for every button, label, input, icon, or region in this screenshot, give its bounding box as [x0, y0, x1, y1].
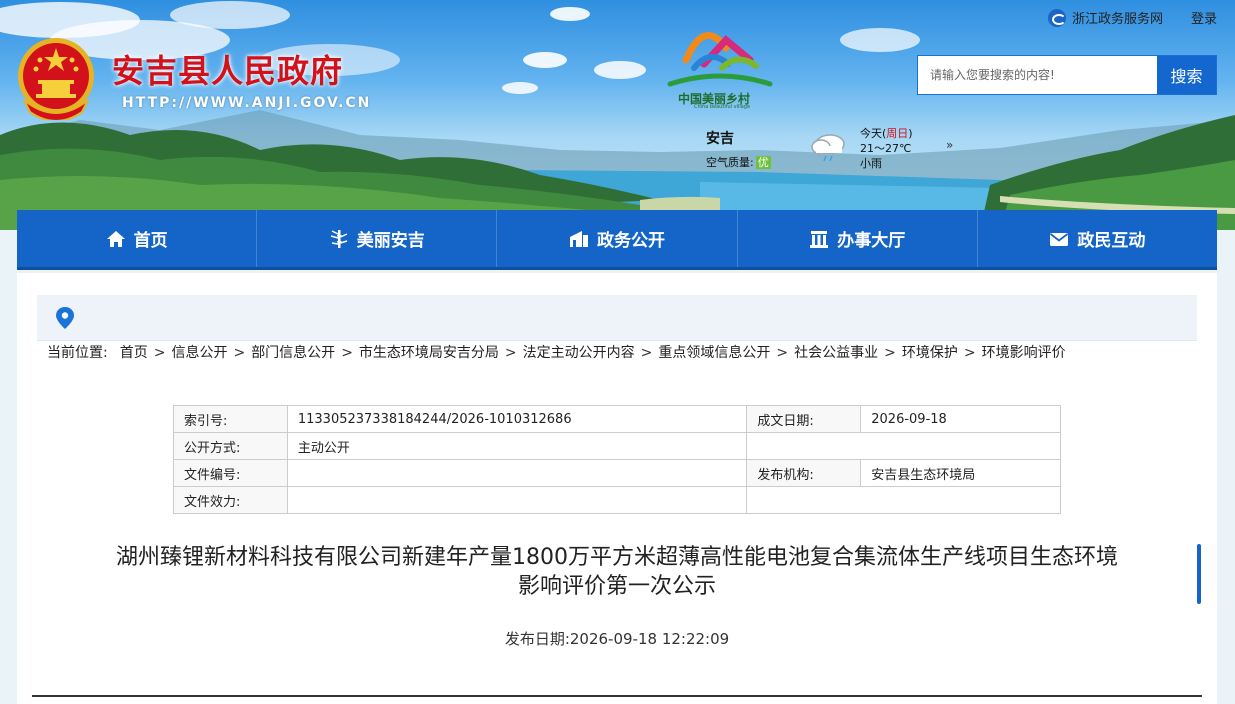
weather-today-close: )	[908, 127, 913, 140]
zhejiang-service-icon	[1047, 8, 1066, 27]
meta-key: 公开方式:	[173, 432, 288, 460]
content-panel: 当前位置: 首页 > 信息公开 > 部门信息公开 > 市生态环境局安吉分局 > 法定主动公开内容 >…	[17, 273, 1217, 704]
meta-empty-cell	[746, 486, 1061, 514]
beautiful-village-logo: 中国美丽乡村 China beautiful village	[664, 18, 776, 114]
search-input[interactable]	[918, 56, 1157, 94]
scrollbar-thumb[interactable]	[1197, 544, 1201, 604]
site-url-prefix: HTTP://WWW.	[122, 95, 252, 111]
site-header: 安吉县人民政府 HTTP://WWW.ANJI.GOV.CN 中国美丽乡村 Ch…	[0, 0, 1235, 230]
breadcrumb-item[interactable]: 重点领域信息公开	[658, 345, 770, 361]
breadcrumb-item[interactable]: 信息公开	[171, 345, 227, 361]
breadcrumb-separator: >	[504, 345, 517, 361]
hall-icon	[810, 230, 829, 248]
content-divider	[32, 695, 1202, 697]
weather-forecast: 今天(周日) 21～27℃ 小雨	[860, 126, 913, 171]
home-icon	[106, 230, 125, 247]
meta-key: 文件编号:	[173, 459, 288, 487]
breadcrumb: 当前位置: 首页 > 信息公开 > 部门信息公开 > 市生态环境局安吉分局 > 法定主动公开内容 >…	[47, 342, 1066, 362]
cloud-rain-icon	[811, 134, 845, 162]
table-row: 文件编号: 发布机构: 安吉县生态环境局	[173, 459, 1061, 487]
national-emblem-icon	[18, 38, 94, 120]
site-url-domain: ANJI	[251, 95, 293, 111]
site-url-suffix: .GOV.CN	[292, 95, 372, 111]
nav-item-government-affairs[interactable]: 政务公开	[497, 210, 738, 267]
nav-label-home: 首页	[133, 231, 168, 251]
nav-item-beautiful-anji[interactable]: 美丽安吉	[257, 210, 498, 267]
site-url: HTTP://WWW.ANJI.GOV.CN	[122, 95, 371, 111]
publish-date-label: 发布日期:	[504, 630, 570, 648]
table-row: 文件效力:	[173, 486, 1061, 514]
zhejiang-service-label: 浙江政务服务网	[1071, 12, 1163, 27]
weather-condition: 小雨	[860, 157, 882, 170]
nav-item-interaction[interactable]: 政民互动	[978, 210, 1217, 267]
nav-label-service-hall: 办事大厅	[837, 231, 906, 251]
landscape-banner	[0, 1, 1235, 230]
weather-temperature: 21～27℃	[860, 142, 912, 155]
weather-air-quality: 空气质量: 优	[706, 154, 771, 170]
search-box: 搜索	[917, 55, 1217, 95]
meta-key: 发布机构:	[746, 459, 862, 487]
location-bar	[37, 295, 1197, 341]
meta-empty-cell	[746, 432, 1061, 460]
document-title-line: 湖州臻锂新材料科技有限公司新建年产量1800万平方米超薄高性能电池复合集流体生产…	[116, 545, 1118, 570]
nav-label-beautiful-anji: 美丽安吉	[356, 231, 425, 251]
building-icon	[570, 230, 588, 247]
meta-value: 主动公开	[286, 432, 748, 460]
meta-key: 成文日期:	[746, 405, 862, 433]
breadcrumb-separator: >	[963, 345, 976, 361]
breadcrumb-separator: >	[640, 345, 653, 361]
publish-date-value: 2026-09-18 12:22:09	[569, 630, 730, 648]
meta-value	[286, 486, 748, 514]
weather-city: 安吉	[706, 131, 734, 147]
document-meta-table: 索引号: 113305237338184244/2026-1010312686 …	[173, 405, 1061, 514]
top-links: 浙江政务服务网 登录	[1047, 8, 1217, 27]
breadcrumb-separator: >	[776, 345, 789, 361]
document-title: 湖州臻锂新材料科技有限公司新建年产量1800万平方米超薄高性能电池复合集流体生产…	[47, 543, 1187, 601]
document-title-line: 影响评价第一次公示	[517, 574, 716, 599]
breadcrumb-prefix: 当前位置:	[47, 345, 108, 361]
meta-value: 2026-09-18	[860, 405, 1061, 433]
table-row: 索引号: 113305237338184244/2026-1010312686 …	[173, 405, 1061, 433]
site-title[interactable]: 安吉县人民政府	[112, 46, 343, 92]
meta-key: 索引号:	[173, 405, 288, 433]
weather-weekday: 周日	[886, 127, 909, 140]
village-logo-subtext: China beautiful village	[694, 104, 751, 110]
village-houses-icon	[667, 32, 773, 87]
search-button[interactable]: 搜索	[1157, 56, 1216, 94]
breadcrumb-item[interactable]: 部门信息公开	[251, 345, 335, 361]
breadcrumb-separator: >	[884, 345, 896, 361]
aqi-value-badge: 优	[755, 156, 771, 169]
breadcrumb-separator: >	[233, 345, 246, 361]
zhejiang-service-link[interactable]: 浙江政务服务网	[1047, 8, 1163, 27]
meta-value	[286, 459, 748, 487]
location-pin-icon	[56, 307, 74, 329]
publish-date: 发布日期:2026-09-18 12:22:09	[17, 628, 1217, 649]
nav-label-interaction: 政民互动	[1077, 231, 1146, 251]
weather-today-label: 今天(	[860, 127, 887, 140]
main-nav: 首页 美丽安吉 政务公开 办事大厅 政民互动	[17, 210, 1217, 270]
breadcrumb-item[interactable]: 首页	[120, 345, 148, 361]
meta-value: 安吉县生态环境局	[860, 459, 1061, 487]
breadcrumb-item[interactable]: 法定主动公开内容	[523, 345, 635, 361]
meta-key: 文件效力:	[173, 486, 288, 514]
breadcrumb-item[interactable]: 环境影响评价	[982, 345, 1066, 361]
breadcrumb-separator: >	[153, 345, 166, 361]
meta-value: 113305237338184244/2026-1010312686	[286, 405, 748, 433]
weather-today: 今天(周日)	[860, 126, 913, 141]
login-link[interactable]: 登录	[1191, 8, 1217, 27]
nav-item-service-hall[interactable]: 办事大厅	[738, 210, 978, 267]
breadcrumb-item[interactable]: 市生态环境局安吉分局	[359, 345, 499, 361]
nav-label-government-affairs: 政务公开	[597, 231, 665, 251]
breadcrumb-item[interactable]: 社会公益事业	[794, 345, 878, 361]
breadcrumb-item[interactable]: 环境保护	[902, 345, 958, 361]
bamboo-icon	[330, 229, 348, 248]
nav-item-home[interactable]: 首页	[17, 210, 258, 267]
weather-more-arrow[interactable]: »	[946, 138, 953, 152]
envelope-icon	[1050, 232, 1069, 246]
table-row: 公开方式: 主动公开	[173, 432, 1061, 460]
aqi-label: 空气质量:	[706, 156, 754, 169]
breadcrumb-separator: >	[341, 345, 353, 361]
